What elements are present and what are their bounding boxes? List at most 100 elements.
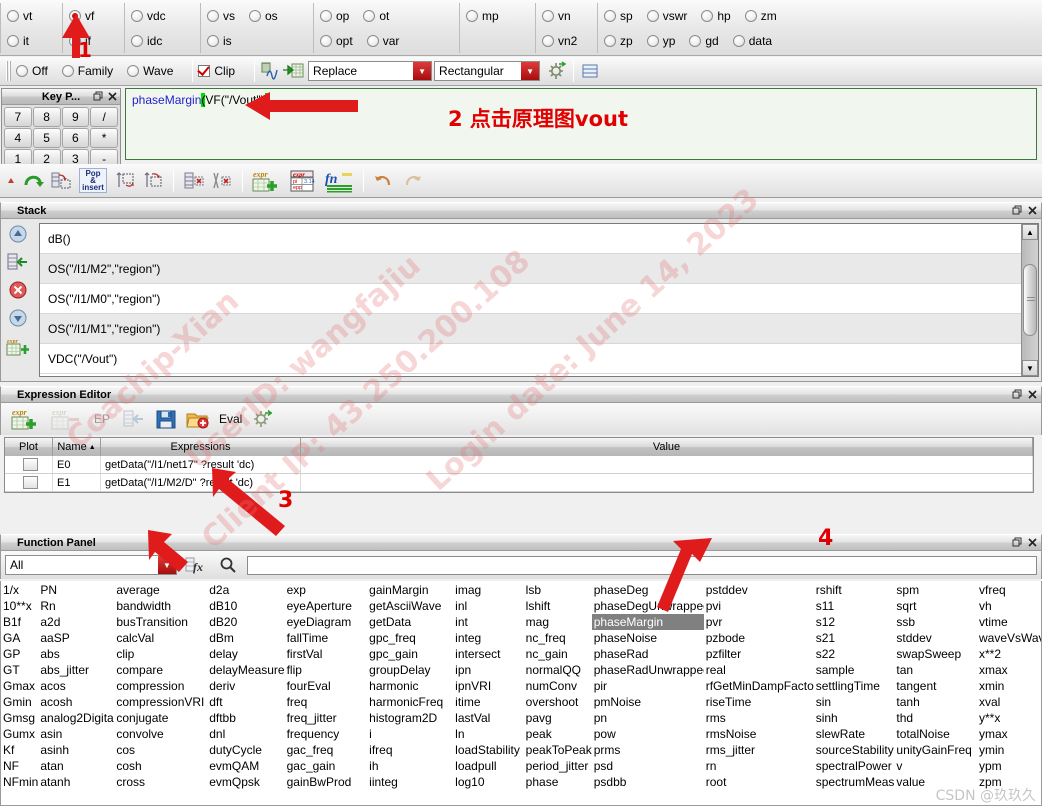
- expression-name[interactable]: E1: [53, 474, 101, 491]
- expr-table-icon[interactable]: expr pi 3.14 epp: [286, 168, 320, 194]
- function-list-item[interactable]: abs: [38, 646, 114, 662]
- function-list-item[interactable]: phaseDeg: [592, 582, 704, 598]
- plot-wave-icon[interactable]: [260, 60, 282, 82]
- stack-scrollbar[interactable]: ▲ ▼: [1021, 224, 1038, 376]
- radio-button-is[interactable]: [207, 34, 219, 47]
- function-list-item[interactable]: asinh: [38, 742, 114, 758]
- move-up-icon[interactable]: [5, 223, 31, 245]
- function-list-item[interactable]: freq_jitter: [285, 710, 368, 726]
- function-list-item[interactable]: eyeAperture: [285, 598, 368, 614]
- function-list-item[interactable]: spectralPower: [814, 758, 895, 774]
- function-list-item[interactable]: analog2Digital: [38, 710, 114, 726]
- function-list-item[interactable]: GT: [1, 662, 38, 678]
- key-4[interactable]: 4: [4, 128, 32, 148]
- function-list-item[interactable]: intersect: [453, 646, 524, 662]
- function-list-item[interactable]: pmNoise: [592, 694, 704, 710]
- function-list-item[interactable]: thd: [894, 710, 977, 726]
- function-list-item[interactable]: unityGainFreq: [894, 742, 977, 758]
- function-list-item[interactable]: tangent: [894, 678, 977, 694]
- send-to-table-icon[interactable]: [282, 60, 304, 82]
- function-list-item[interactable]: log10: [453, 774, 524, 790]
- function-list-item[interactable]: peakToPeak: [524, 742, 592, 758]
- checkbox-clip-box[interactable]: [198, 65, 211, 77]
- column-header-expressions[interactable]: Expressions: [101, 438, 301, 456]
- radio-button-mp[interactable]: [466, 9, 478, 22]
- function-category-combo[interactable]: All ▼: [5, 555, 177, 575]
- function-list-item[interactable]: firstVal: [285, 646, 368, 662]
- radio-button-it[interactable]: [7, 34, 19, 47]
- function-list-item[interactable]: pn: [592, 710, 704, 726]
- function-list-item[interactable]: fourEval: [285, 678, 368, 694]
- radio-opt[interactable]: opt: [320, 34, 353, 48]
- function-list-item[interactable]: x**2: [977, 646, 1041, 662]
- function-list-item[interactable]: abs_jitter: [38, 662, 114, 678]
- coordinate-combo[interactable]: Rectangular ▼: [434, 61, 541, 81]
- radio-vt[interactable]: vt: [7, 9, 32, 23]
- function-list-item[interactable]: Gmsg: [1, 710, 38, 726]
- radio-is[interactable]: is: [207, 34, 232, 48]
- radio-button-wave[interactable]: [127, 65, 140, 77]
- function-list-item[interactable]: ipnVRI: [453, 678, 524, 694]
- function-list-item[interactable]: nc_gain: [524, 646, 592, 662]
- function-list-item[interactable]: waveVsWave: [977, 630, 1041, 646]
- key-divide[interactable]: /: [90, 107, 118, 127]
- function-list-item[interactable]: xmin: [977, 678, 1041, 694]
- function-list-item[interactable]: vfreq: [977, 582, 1041, 598]
- radio-zp[interactable]: zp: [604, 34, 633, 48]
- function-list-item[interactable]: ifreq: [367, 742, 453, 758]
- function-list-item[interactable]: sourceStability: [814, 742, 895, 758]
- move-down-icon[interactable]: [5, 307, 31, 329]
- function-list-item[interactable]: Gumx: [1, 726, 38, 742]
- function-list-item[interactable]: ymax: [977, 726, 1041, 742]
- function-list-item[interactable]: sample: [814, 662, 895, 678]
- table-row[interactable]: E1 getData("/I1/M2/D" ?result 'dc): [5, 474, 1033, 492]
- stack-item[interactable]: OS("/I1/M2","region"): [40, 254, 1038, 284]
- function-list-item[interactable]: fallTime: [285, 630, 368, 646]
- radio-button-zm[interactable]: [744, 9, 757, 22]
- function-list-item[interactable]: asin: [38, 726, 114, 742]
- function-list-item[interactable]: sin: [814, 694, 895, 710]
- function-list-item[interactable]: normalQQ: [524, 662, 592, 678]
- function-list-item[interactable]: GP: [1, 646, 38, 662]
- function-list-item[interactable]: xval: [977, 694, 1041, 710]
- function-list-item[interactable]: itime: [453, 694, 524, 710]
- function-list-item[interactable]: cos: [114, 742, 207, 758]
- function-list-item[interactable]: tanh: [894, 694, 977, 710]
- function-list-item[interactable]: prms: [592, 742, 704, 758]
- function-list-item[interactable]: gac_gain: [285, 758, 368, 774]
- function-list-item[interactable]: riseTime: [704, 694, 814, 710]
- function-list-item[interactable]: convolve: [114, 726, 207, 742]
- save-icon[interactable]: [153, 406, 179, 432]
- function-list-item[interactable]: PN: [38, 582, 114, 598]
- radio-button-vn[interactable]: [542, 9, 554, 22]
- function-list-item[interactable]: slewRate: [814, 726, 895, 742]
- fx-icon[interactable]: fx: [183, 552, 209, 578]
- column-header-value[interactable]: Value: [301, 438, 1033, 456]
- toolbar-grip[interactable]: [6, 61, 12, 81]
- function-list-item[interactable]: sqrt: [894, 598, 977, 614]
- stack-load-icon[interactable]: [121, 406, 147, 432]
- table-icon[interactable]: [579, 60, 601, 82]
- scroll-up-icon[interactable]: ▲: [1022, 224, 1038, 240]
- radio-button-vf[interactable]: [69, 9, 81, 22]
- function-list-item[interactable]: compression: [114, 678, 207, 694]
- function-list-item[interactable]: Gmin: [1, 694, 38, 710]
- function-list-item[interactable]: psd: [592, 758, 704, 774]
- function-list-item[interactable]: phaseNoise: [592, 630, 704, 646]
- expr-new-icon[interactable]: expr: [250, 168, 284, 194]
- function-list-item[interactable]: ipn: [453, 662, 524, 678]
- function-list-item[interactable]: evmQpsk: [207, 774, 284, 790]
- radio-it[interactable]: it: [7, 34, 29, 48]
- radio-button-opt[interactable]: [320, 34, 332, 47]
- function-list-item[interactable]: acos: [38, 678, 114, 694]
- function-list-item[interactable]: B1f: [1, 614, 38, 630]
- key-5[interactable]: 5: [32, 128, 61, 148]
- function-list-item[interactable]: root: [704, 774, 814, 790]
- radio-off[interactable]: Off: [16, 64, 48, 78]
- function-list-item[interactable]: rms_jitter: [704, 742, 814, 758]
- function-list-item[interactable]: rfGetMinDampFactor: [704, 678, 814, 694]
- function-list-item[interactable]: integ: [453, 630, 524, 646]
- function-list-item[interactable]: pvi: [704, 598, 814, 614]
- radio-button-zp[interactable]: [604, 34, 616, 47]
- radio-data[interactable]: data: [732, 34, 772, 48]
